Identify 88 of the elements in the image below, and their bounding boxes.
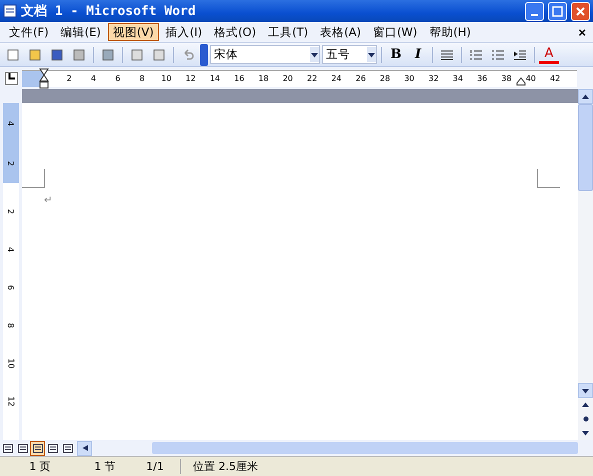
close-document-button[interactable]: ×: [575, 24, 589, 40]
page-icon: [6, 48, 20, 62]
paragraph-mark: ↵: [44, 195, 52, 206]
indent-icon: [514, 50, 526, 60]
ruler-number: 4: [6, 247, 16, 252]
ruler-number: 20: [282, 74, 293, 83]
dropdown-arrow-icon: [311, 52, 318, 58]
menu-item[interactable]: 窗口(W): [368, 23, 422, 41]
ruler-number: 34: [452, 74, 463, 83]
section-number: 1 节: [93, 459, 117, 474]
up-arrow-icon: [582, 402, 589, 408]
ruler-number: 38: [501, 74, 512, 83]
minimize-icon: [531, 14, 538, 16]
margin-corner-mark: [22, 169, 45, 188]
menu-item[interactable]: 插入(I): [160, 23, 208, 41]
bulleted-list-icon: [492, 50, 504, 60]
scroll-up-button[interactable]: [578, 89, 593, 104]
ruler-number: 42: [550, 74, 560, 83]
ruler-number: 22: [307, 74, 318, 83]
menu-item[interactable]: 格式(O): [209, 23, 262, 41]
ruler-number: 4: [90, 74, 96, 83]
ruler-number: 32: [428, 74, 439, 83]
down-arrow-icon: [582, 430, 589, 436]
ruler-number: 36: [477, 74, 488, 83]
view-icon: [62, 444, 72, 452]
ruler-number: 24: [331, 74, 342, 83]
ruler-number: 4: [6, 120, 16, 126]
ruler-number: 12: [6, 396, 16, 406]
ruler-number: 10: [161, 74, 172, 83]
ruler-number: 16: [234, 74, 244, 83]
view-icon: [32, 444, 42, 452]
left-tab-icon: [8, 73, 14, 80]
ruler-number: 2: [66, 74, 72, 83]
close-icon: [575, 6, 586, 16]
tab-stop-button[interactable]: [4, 72, 18, 84]
ruler-number: 30: [404, 74, 414, 83]
window-title: 文档 1 - Microsoft Word: [21, 2, 197, 20]
ruler-number: 28: [380, 74, 390, 83]
ruler-number: 6: [115, 74, 120, 83]
ruler-number: 6: [6, 285, 16, 290]
maximize-button[interactable]: [548, 2, 567, 20]
ruler-number: 40: [526, 74, 536, 83]
scroll-down-button[interactable]: [578, 383, 593, 398]
numbered-list-icon: [470, 50, 482, 60]
dropdown-arrow-icon: [368, 52, 375, 58]
horizontal-scroll-thumb[interactable]: [152, 442, 578, 454]
menu-item[interactable]: 表格(A): [315, 23, 366, 41]
scroll-left-button[interactable]: [77, 440, 92, 456]
menu-item[interactable]: 帮助(H): [424, 23, 476, 41]
font-size-field[interactable]: 五号: [322, 45, 377, 64]
menu-item[interactable]: 视图(V): [108, 23, 159, 41]
ruler-number: 14: [210, 74, 220, 83]
menu-item[interactable]: 文件(F): [4, 23, 54, 41]
document-icon: [3, 4, 17, 18]
indent-marker[interactable]: [39, 68, 49, 88]
view-icon: [2, 444, 12, 452]
ruler-number: 26: [356, 74, 366, 83]
scroll-thumb[interactable]: [578, 104, 593, 191]
ruler-number: 18: [258, 74, 269, 83]
font-color-button[interactable]: A: [539, 46, 559, 64]
view-icon: [48, 444, 58, 452]
margin-corner-mark: [537, 169, 560, 188]
down-arrow-icon: [582, 388, 589, 394]
font-field[interactable]: 宋体: [210, 45, 320, 64]
bold-button[interactable]: B: [386, 44, 406, 64]
circle-icon: [582, 416, 588, 422]
menu-item[interactable]: 工具(T): [263, 23, 314, 41]
ruler-number: 10: [6, 358, 16, 368]
italic-button[interactable]: I: [408, 44, 428, 64]
ruler-number: 2: [6, 160, 16, 166]
page-number: 1 页: [28, 459, 52, 474]
view-icon: [18, 444, 28, 452]
cursor-position: 位置 2.5厘米: [180, 459, 258, 474]
menu-item[interactable]: 编辑(E): [56, 23, 106, 41]
page-count: 1/1: [145, 460, 165, 473]
minimize-button[interactable]: [525, 2, 544, 20]
left-arrow-icon: [82, 445, 88, 451]
align-icon: [441, 50, 453, 60]
up-arrow-icon: [582, 94, 589, 100]
right-indent-marker[interactable]: [516, 76, 526, 86]
toolbar-grip[interactable]: [200, 44, 208, 66]
ruler-number: 8: [6, 322, 16, 328]
close-button[interactable]: [571, 2, 590, 20]
ruler-number: 2: [6, 209, 16, 214]
ruler-number: 8: [139, 74, 145, 83]
view-mode-button[interactable]: [30, 440, 45, 456]
maximize-icon: [552, 6, 563, 16]
ruler-number: 12: [186, 74, 196, 83]
